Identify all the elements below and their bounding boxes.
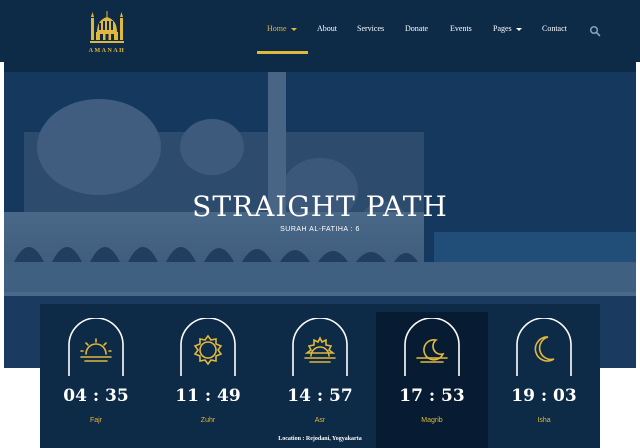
prayer-card-asr[interactable]: 14 : 57 Asr: [264, 304, 376, 448]
chevron-down-icon: [515, 27, 522, 31]
nav-donate[interactable]: Donate: [405, 24, 428, 33]
nav-home-label: Home: [267, 24, 287, 33]
sunrise-icon: [68, 318, 124, 376]
prayer-card-content: 19 : 03 Isha: [488, 304, 600, 448]
prayer-time: 04 : 35: [63, 386, 129, 406]
prayer-name: Fajr: [89, 417, 103, 424]
brand-name: AMANAH: [88, 48, 126, 54]
site-header: AMANAH Home About Services Donate Events…: [0, 0, 640, 62]
nav-home[interactable]: Home: [267, 24, 297, 33]
hero-top-strip: [4, 62, 636, 72]
search-button[interactable]: [589, 24, 601, 37]
sunset-icon: [292, 318, 348, 376]
nav-events[interactable]: Events: [450, 24, 472, 33]
nav-pages[interactable]: Pages: [493, 24, 522, 33]
hero-title: STRAIGHT PATH: [192, 190, 448, 223]
prayer-card-isha[interactable]: 19 : 03 Isha: [488, 304, 600, 448]
active-nav-underline: [257, 51, 308, 54]
prayer-time: 11 : 49: [175, 386, 241, 406]
prayer-card-zuhr[interactable]: 11 : 49 Zuhr: [152, 304, 264, 448]
mosque-logo-icon: [90, 11, 124, 43]
prayer-name: Magrib: [421, 417, 443, 424]
sun-icon: [180, 318, 236, 376]
nav-services[interactable]: Services: [357, 24, 384, 33]
location-text: Location : Rejodani, Yogyakarta: [278, 436, 362, 442]
nav-about[interactable]: About: [317, 24, 337, 33]
prayer-card-content: 14 : 57 Asr: [264, 304, 376, 448]
prayer-card-content: 04 : 35 Fajr: [40, 304, 152, 448]
prayer-name: Isha: [537, 417, 551, 424]
prayer-time: 14 : 57: [287, 386, 353, 406]
prayer-card-content: 11 : 49 Zuhr: [152, 304, 264, 448]
brand-logo[interactable]: AMANAH: [86, 8, 128, 54]
nav-contact[interactable]: Contact: [542, 24, 567, 33]
prayer-times-panel: 04 : 35 Fajr 11 : 49 Zuhr 14: 57 Asr 17…: [40, 304, 600, 448]
moon-over-water-icon: [404, 318, 460, 376]
hero-subtitle: SURAH AL-FATIHA : 6: [280, 226, 360, 233]
prayer-card-magrib[interactable]: 17 : 53 Magrib: [376, 312, 488, 448]
nav-pages-label: Pages: [493, 24, 512, 33]
prayer-card-fajr[interactable]: 04 : 35 Fajr: [40, 304, 152, 448]
prayer-time: 19 : 03: [511, 386, 577, 406]
crescent-moon-icon: [516, 318, 572, 376]
prayer-name: Zuhr: [200, 417, 216, 424]
prayer-card-content: 17 : 53 Magrib: [376, 304, 488, 448]
prayer-time: 17 : 53: [399, 386, 465, 406]
chevron-down-icon: [290, 27, 297, 31]
search-icon: [589, 25, 601, 37]
prayer-name: Asr: [314, 417, 326, 424]
